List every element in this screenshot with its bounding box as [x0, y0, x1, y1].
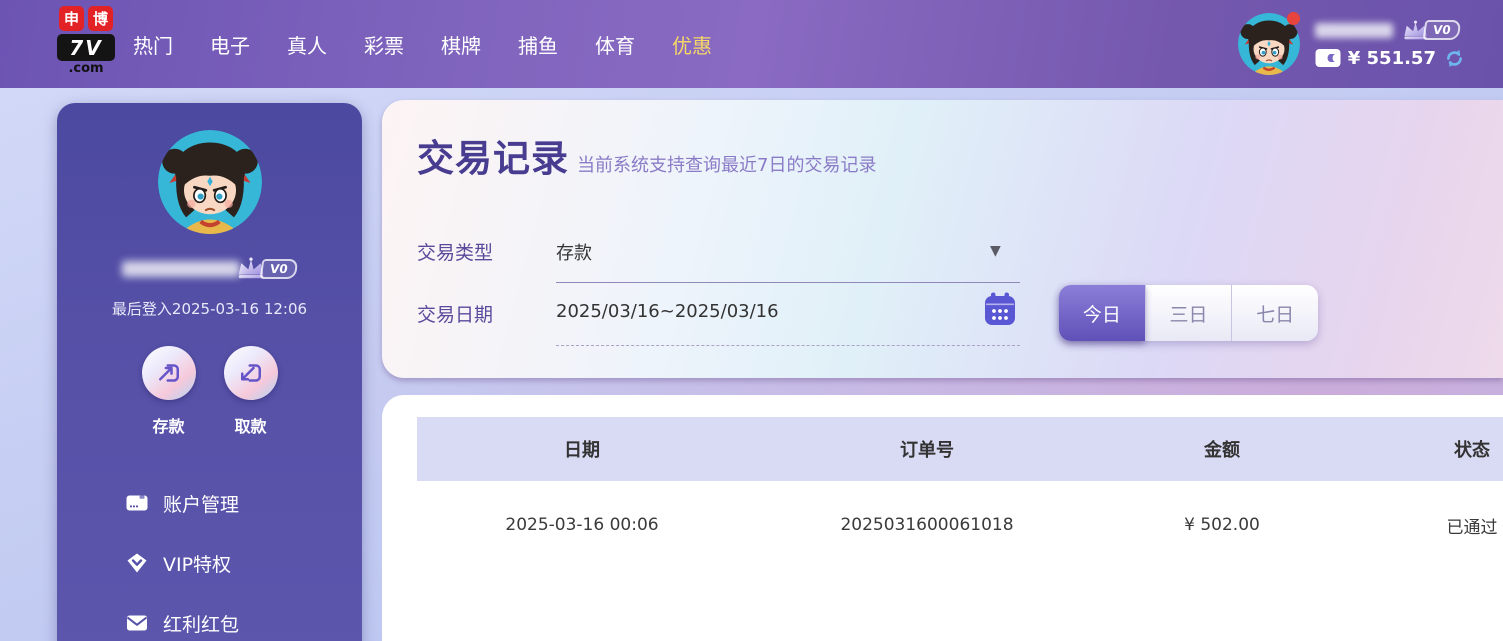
col-header-order-no: 订单号	[747, 417, 1107, 481]
red-packet-envelope-icon	[125, 611, 149, 635]
main-menu: 热门 电子 真人 彩票 棋牌 捕鱼 体育 优惠	[133, 0, 712, 88]
col-header-date: 日期	[417, 417, 747, 481]
page-subtitle: 当前系统支持查询最近7日的交易记录	[577, 151, 876, 177]
nav-item-fishing[interactable]: 捕鱼	[518, 30, 558, 59]
table-row: 2025-03-16 00:06 2025031600061018 ¥ 502.…	[417, 481, 1503, 569]
transaction-filter-panel: 交易记录 当前系统支持查询最近7日的交易记录 交易类型 存款 ▼ 交易日期 20…	[382, 100, 1503, 378]
nav-item-promo[interactable]: 优惠	[672, 30, 712, 59]
panel-title-row: 交易记录 当前系统支持查询最近7日的交易记录	[417, 128, 876, 182]
transaction-type-label: 交易类型	[417, 238, 493, 265]
calendar-icon[interactable]	[984, 292, 1016, 326]
logo-7v: 7V	[57, 34, 115, 61]
col-header-amount: 金额	[1107, 417, 1337, 481]
vip-diamond-icon	[125, 551, 149, 575]
site-logo[interactable]: 申 博 7V .com	[57, 6, 115, 76]
page-root: 申 博 7V .com 热门 电子 真人 彩票 棋牌 捕鱼 体育 优惠	[0, 0, 1503, 641]
deposit-label: 存款	[142, 413, 196, 437]
deposit-icon	[154, 358, 184, 388]
refresh-balance-icon[interactable]	[1444, 48, 1465, 69]
chevron-down-icon[interactable]: ▼	[990, 243, 1001, 259]
withdraw-icon	[236, 358, 266, 388]
nav-item-slots[interactable]: 电子	[210, 30, 250, 59]
quick-actions: 存款 取款	[57, 346, 362, 437]
nav-item-hot[interactable]: 热门	[133, 30, 173, 59]
cell-date: 2025-03-16 00:06	[417, 481, 747, 569]
nav-item-lottery[interactable]: 彩票	[364, 30, 404, 59]
withdraw-label: 取款	[224, 413, 278, 437]
sidebar-item-label: 红利红包	[163, 610, 239, 637]
vip-level-badge: V0	[1422, 20, 1460, 40]
bank-card-icon	[125, 491, 149, 515]
transaction-table-panel: 日期 订单号 金额 状态 2025-03-16 00:06 2025031600…	[382, 395, 1503, 641]
last-login-text: 最后登入2025-03-16 12:06	[57, 298, 362, 319]
type-field-underline	[556, 282, 1020, 283]
sidebar-item-label: 账户管理	[163, 490, 239, 517]
balance-amount: ¥ 551.57	[1348, 48, 1436, 69]
username-redacted	[1315, 23, 1393, 38]
transaction-date-value[interactable]: 2025/03/16~2025/03/16	[556, 301, 779, 322]
transaction-date-label: 交易日期	[417, 300, 493, 327]
user-avatar[interactable]	[1238, 13, 1300, 75]
sidebar-menu: 账户管理 VIP特权 红利红包	[57, 473, 362, 641]
top-nav: 申 博 7V .com 热门 电子 真人 彩票 棋牌 捕鱼 体育 优惠	[0, 0, 1503, 88]
sidebar-item-account[interactable]: 账户管理	[57, 473, 362, 533]
sidebar-avatar	[158, 130, 262, 234]
nav-user-area: V0 ¥ 551.57	[1238, 0, 1465, 88]
nav-item-sports[interactable]: 体育	[595, 30, 635, 59]
col-header-status: 状态	[1337, 417, 1503, 481]
withdraw-button[interactable]: 取款	[224, 346, 278, 437]
sidebar-username-row: V0	[57, 257, 362, 280]
deposit-button[interactable]: 存款	[142, 346, 196, 437]
range-today-button[interactable]: 今日	[1059, 285, 1145, 341]
nav-item-live[interactable]: 真人	[287, 30, 327, 59]
cell-order-no: 2025031600061018	[747, 481, 1107, 569]
date-field-underline	[556, 345, 1020, 346]
sidebar-item-vip[interactable]: VIP特权	[57, 533, 362, 593]
logo-com: .com	[57, 61, 115, 76]
user-sidebar: V0 最后登入2025-03-16 12:06 存款	[57, 103, 362, 641]
sidebar-item-label: VIP特权	[163, 550, 231, 577]
date-range-button-group: 今日 三日 七日	[1059, 285, 1318, 341]
table-header-row: 日期 订单号 金额 状态	[417, 417, 1503, 481]
sidebar-item-bonus[interactable]: 红利红包	[57, 593, 362, 641]
page-title: 交易记录	[417, 128, 569, 182]
logo-tile-bo: 博	[88, 6, 113, 31]
range-3day-button[interactable]: 三日	[1145, 285, 1232, 341]
username-redacted	[122, 261, 240, 277]
notification-dot	[1287, 12, 1300, 25]
logo-tile-shen: 申	[59, 6, 84, 31]
cell-status: 已通过	[1337, 481, 1503, 569]
wallet-icon	[1315, 48, 1341, 68]
transaction-type-value[interactable]: 存款	[556, 239, 592, 265]
cell-amount: ¥ 502.00	[1107, 481, 1337, 569]
range-7day-button[interactable]: 七日	[1231, 285, 1318, 341]
vip-level-badge: V0	[260, 259, 298, 279]
nav-item-chess[interactable]: 棋牌	[441, 30, 481, 59]
avatar-illustration	[158, 130, 262, 234]
nav-user-info: V0 ¥ 551.57	[1315, 18, 1465, 70]
